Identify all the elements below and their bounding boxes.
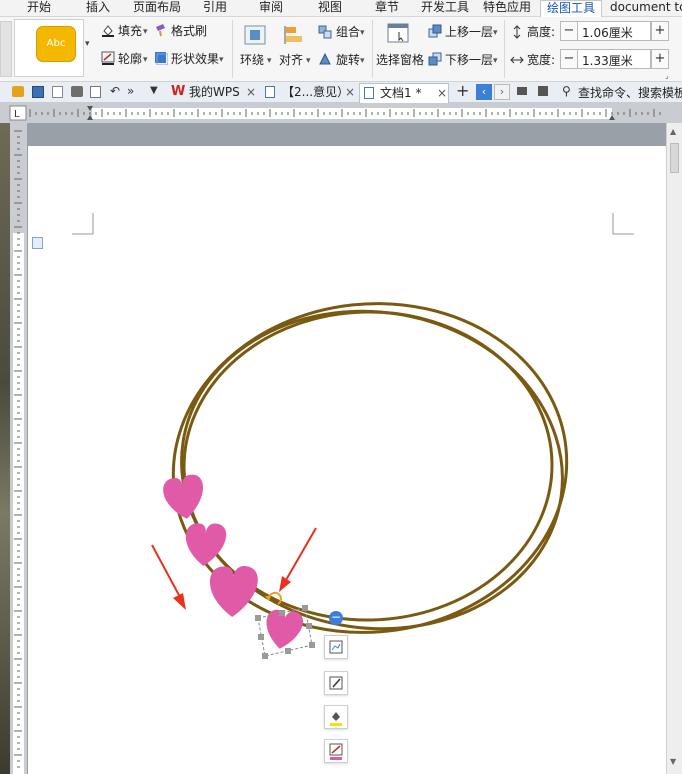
resize-handle[interactable]: [279, 610, 285, 616]
annotation-arrow-right: [279, 527, 317, 592]
edit-shape-icon: [329, 676, 343, 690]
outline-color-button[interactable]: [324, 739, 348, 763]
collapse-icon[interactable]: −: [329, 611, 343, 625]
edit-shape-button[interactable]: [324, 671, 348, 695]
fill-color-button[interactable]: [324, 705, 348, 729]
resize-handle[interactable]: [306, 623, 312, 629]
resize-handle[interactable]: [255, 615, 261, 621]
layout-options-button[interactable]: [324, 635, 348, 659]
resize-handle[interactable]: [309, 642, 315, 648]
layout-options-icon: [329, 640, 343, 654]
heart-1[interactable]: [161, 473, 207, 521]
resize-handle[interactable]: [258, 634, 264, 640]
resize-handle[interactable]: [285, 648, 291, 654]
annotation-arrow-left: [151, 544, 186, 610]
fill-color-icon: [330, 712, 342, 726]
resize-handle[interactable]: [302, 605, 308, 611]
resize-handle[interactable]: [262, 653, 268, 659]
outline-color-icon: [329, 743, 343, 760]
